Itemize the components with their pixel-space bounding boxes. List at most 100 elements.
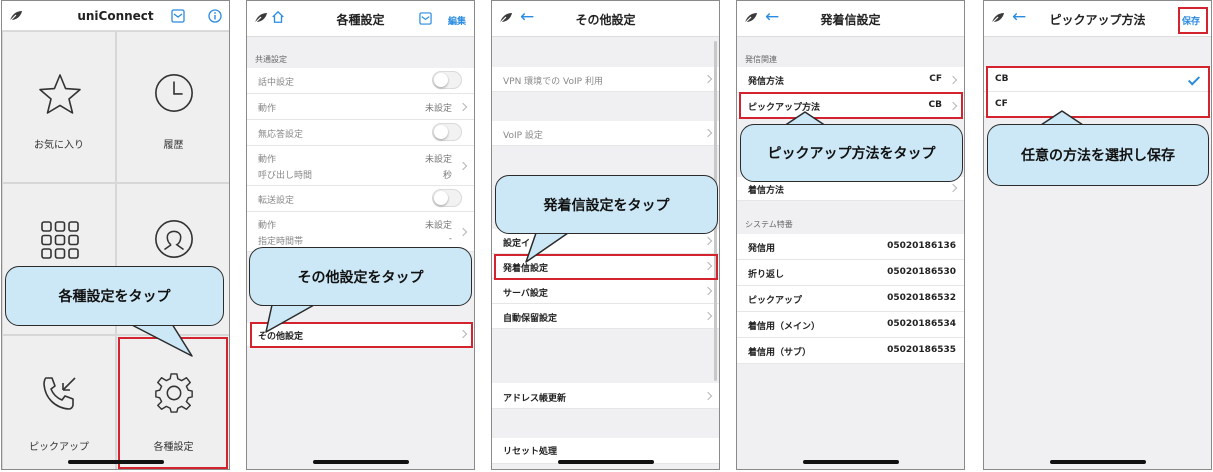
callout-select-save: 任意の方法を選択し保存 (987, 124, 1209, 186)
clock-icon (155, 74, 193, 112)
sys-row-label: 折り返し (748, 270, 785, 280)
sys-row-value: 05020186532 (887, 293, 956, 303)
row-timezone-value: - (448, 234, 452, 244)
toggle-transfer[interactable] (432, 189, 462, 207)
row-server[interactable]: サーバ設定 (492, 279, 719, 304)
row-vpn[interactable]: VPN 環境での VoIP 利用 (492, 67, 719, 92)
chevron-right-icon (458, 227, 468, 237)
row-in-method-label: 着信方法 (748, 186, 785, 196)
row-busy-label: 話中設定 (258, 78, 295, 88)
call-header: ← 発着信設定 (737, 1, 964, 37)
callout-tail (265, 302, 315, 333)
sys-row-label: 発信用 (748, 244, 776, 254)
sys-row[interactable]: ピックアップ 05020186532 (737, 286, 964, 312)
star-icon (39, 74, 81, 114)
chevron-right-icon (948, 75, 958, 85)
section-outgoing: 発信関連 (745, 55, 777, 64)
save-highlight (1178, 7, 1208, 34)
row-out-method[interactable]: 発信方法 CF (737, 67, 964, 93)
dialpad-icon (41, 221, 79, 259)
chevron-right-icon (948, 183, 958, 193)
other-header: ← その他設定 (492, 1, 719, 37)
row-voip[interactable]: VoIP 設定 (492, 121, 719, 146)
section-common: 共通設定 (255, 55, 287, 64)
app-title: uniConnect (77, 9, 154, 23)
pickup-method-highlight (739, 92, 963, 119)
row-action2[interactable]: 動作 未設定 呼び出し時間 秒 (247, 146, 474, 186)
home-indicator (67, 460, 164, 464)
section-system: システム特番 (745, 220, 793, 229)
chevron-right-icon (458, 102, 468, 112)
screen-call-settings: ← 発着信設定 発信関連 発信方法 CF ピックアップ方法 CB 着信方法 システム… (736, 0, 965, 470)
sys-row[interactable]: 着信用（サブ） 05020186535 (737, 338, 964, 364)
sys-row-value: 05020186530 (887, 267, 956, 277)
row-out-method-label: 発信方法 (748, 77, 785, 87)
home-indicator (557, 460, 654, 464)
row-transfer-label: 転送設定 (258, 196, 295, 206)
row-action3-label: 動作 (258, 221, 277, 231)
row-action2-label: 動作 (258, 155, 277, 165)
row-address-label: アドレス帳更新 (503, 394, 567, 404)
row-action1[interactable]: 動作 未設定 (247, 94, 474, 120)
row-autohold-label: 自動保留設定 (503, 314, 558, 324)
row-action2-value: 未設定 (424, 155, 452, 165)
home-indicator (802, 460, 899, 464)
row-server-label: サーバ設定 (503, 289, 548, 299)
sys-row-value: 05020186136 (887, 241, 956, 251)
row-address[interactable]: アドレス帳更新 (492, 383, 719, 409)
mail-icon[interactable] (171, 9, 185, 23)
tile-pickup-label: ピックアップ (29, 442, 89, 453)
settings-header: 各種設定 編集 (247, 1, 474, 37)
mail-icon[interactable] (419, 12, 432, 25)
row-noanswer[interactable]: 無応答設定 (247, 120, 474, 146)
row-vpn-label: VPN 環境での VoIP 利用 (503, 77, 603, 87)
screen-settings: 各種設定 編集 共通設定 話中設定 動作 未設定 無応答設定 動作 未設定 呼び出し時… (246, 0, 475, 470)
info-icon[interactable] (208, 9, 222, 23)
sys-row-label: ピックアップ (748, 296, 803, 306)
chevron-right-icon (703, 286, 713, 296)
chevron-right-icon (703, 236, 713, 246)
options-highlight (986, 66, 1210, 118)
sys-row[interactable]: 着信用（メイン） 05020186534 (737, 312, 964, 338)
row-transfer[interactable]: 転送設定 (247, 186, 474, 212)
settings-title: 各種設定 (336, 13, 385, 27)
sys-row-label: 着信用（サブ） (748, 348, 812, 358)
contact-icon (155, 220, 193, 258)
pickup-title: ピックアップ方法 (1049, 13, 1146, 27)
pickup-phone-icon (43, 377, 76, 410)
tile-history-label: 履歴 (163, 140, 184, 151)
row-reset-label: リセット処理 (503, 447, 558, 457)
other-title: その他設定 (575, 13, 636, 27)
row-busy[interactable]: 話中設定 (247, 68, 474, 94)
sys-row-value: 05020186535 (887, 345, 956, 355)
row-noanswer-label: 無応答設定 (258, 130, 304, 140)
home-indicator (1049, 460, 1146, 464)
row-action3-value: 未設定 (424, 221, 452, 231)
toggle-noanswer[interactable] (432, 123, 462, 141)
edit-button[interactable]: 編集 (448, 14, 466, 27)
row-ringtime-label: 呼び出し時間 (258, 171, 313, 181)
chevron-right-icon (703, 128, 713, 138)
toggle-busy[interactable] (432, 71, 462, 89)
chevron-right-icon (458, 161, 468, 171)
row-out-method-value: CF (929, 74, 942, 84)
sys-row[interactable]: 折り返し 05020186530 (737, 260, 964, 286)
sys-row-label: 着信用（メイン） (748, 322, 821, 332)
row-action3[interactable]: 動作 未設定指定時間帯 - (247, 212, 474, 252)
row-voip-label: VoIP 設定 (503, 131, 543, 141)
screen-home: uniConnect お気に入り 履歴 ピックアップ 各種設定 (1, 0, 230, 470)
row-action1-value: 未設定 (424, 104, 452, 114)
row-action1-label: 動作 (258, 104, 277, 114)
tile-pickup[interactable]: ピックアップ (2, 335, 116, 469)
call-title: 発着信設定 (820, 13, 881, 27)
tile-history[interactable]: 履歴 (116, 31, 229, 183)
callout-other: その他設定をタップ (249, 247, 472, 306)
chevron-right-icon (703, 391, 713, 401)
row-autohold[interactable]: 自動保留設定 (492, 304, 719, 329)
row-timezone-label: 指定時間帯 (258, 237, 304, 247)
tile-favorites-label: お気に入り (34, 140, 84, 151)
screen-pickup-method: ← ピックアップ方法 保存 CB CF (983, 0, 1212, 470)
home-header: uniConnect (2, 1, 229, 31)
tile-favorites[interactable]: お気に入り (2, 31, 116, 183)
sys-row[interactable]: 発信用 05020186136 (737, 234, 964, 260)
